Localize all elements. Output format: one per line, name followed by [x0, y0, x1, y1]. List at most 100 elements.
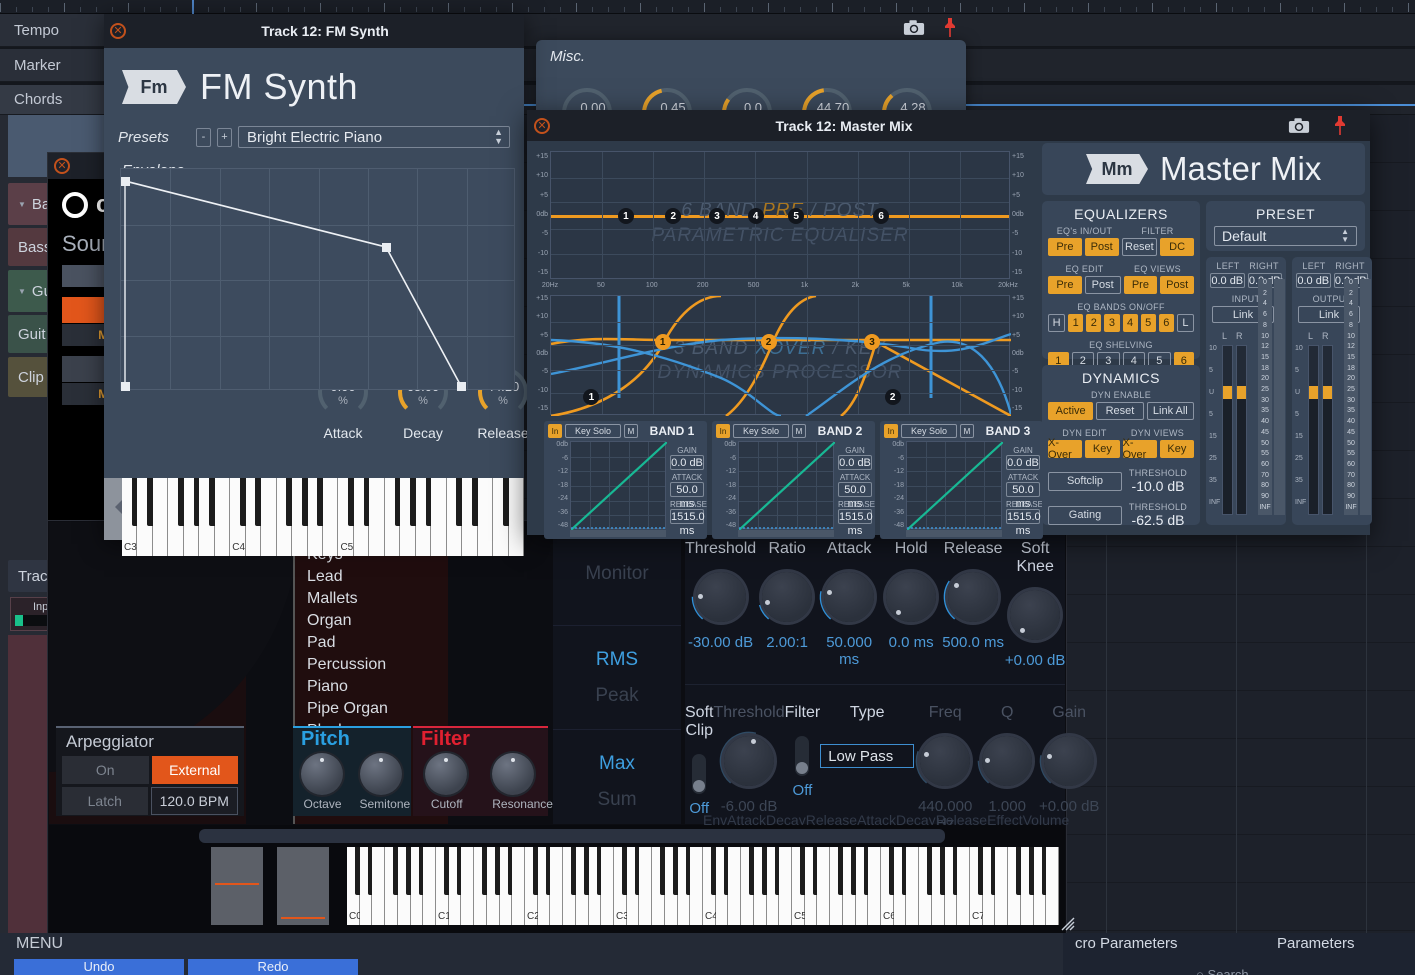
- fm-keyboard-keys[interactable]: C3C4C5: [122, 478, 524, 556]
- band-fields[interactable]: GAIN0.0 dBATTACK50.0 msRELEASE1515.0 ms: [838, 443, 872, 524]
- band-transfer-graph[interactable]: [906, 441, 1002, 529]
- piano-white-key[interactable]: [423, 847, 436, 925]
- band-fields[interactable]: GAIN0.0 dBATTACK50.0 msRELEASE1515.0 ms: [670, 443, 704, 524]
- monitor-mode-group-2[interactable]: Max Sum: [553, 730, 681, 834]
- xover-key-node-2[interactable]: 2: [885, 389, 901, 405]
- close-icon[interactable]: ✕: [54, 158, 70, 174]
- equalizers-panel[interactable]: EQUALIZERS EQ's IN/OUT FILTER PrePostRes…: [1042, 201, 1200, 359]
- band-box-2[interactable]: InKey SoloMBAND 20db-6-12-18-24-36-48GAI…: [712, 421, 875, 539]
- compressor-control[interactable]: Hold 0.0 ms: [880, 540, 942, 669]
- knob[interactable]: [690, 566, 752, 628]
- toggle-active[interactable]: Active: [1048, 402, 1093, 420]
- fader-r[interactable]: [1236, 345, 1247, 515]
- io-panel-input[interactable]: LEFTRIGHT0.0 dB0.0 dBINPUTLinkLRLR105U51…: [1206, 257, 1286, 525]
- master-mix-titlebar[interactable]: ✕ Track 12: Master Mix: [527, 110, 1370, 141]
- band-field-value[interactable]: 1515.0 ms: [670, 509, 704, 524]
- io-left-value[interactable]: 0.0 dB: [1210, 273, 1245, 288]
- arp-latch-button[interactable]: Latch: [62, 787, 148, 815]
- toggle-1[interactable]: 1: [1068, 314, 1083, 332]
- band-field-value[interactable]: 1515.0 ms: [838, 509, 872, 524]
- knob-dial[interactable]: [492, 753, 534, 795]
- toggle-post[interactable]: Post: [1160, 276, 1194, 294]
- preset-category-item[interactable]: Pipe Organ: [307, 698, 448, 720]
- preset-select[interactable]: Default ▲▼: [1214, 226, 1357, 246]
- semitone-knob[interactable]: Semitone: [360, 753, 404, 811]
- toggle-h[interactable]: H: [1048, 314, 1065, 332]
- xover-node-2[interactable]: 2: [761, 334, 777, 350]
- compressor-control[interactable]: Threshold -30.00 dB: [685, 540, 756, 669]
- band-fields[interactable]: GAIN0.0 dBATTACK50.0 msRELEASE1515.0 ms: [1006, 443, 1040, 524]
- fader-handle[interactable]: [1309, 386, 1318, 399]
- eq-node-4[interactable]: 4: [748, 208, 764, 224]
- preset-category-item[interactable]: Pad: [307, 632, 448, 654]
- eq-node-2[interactable]: 2: [665, 208, 681, 224]
- band-transfer-graph[interactable]: [738, 441, 834, 529]
- camera-icon[interactable]: [1288, 118, 1310, 134]
- preset-category-item[interactable]: Mallets: [307, 588, 448, 610]
- envelope-handle[interactable]: [382, 243, 391, 252]
- knob[interactable]: [818, 566, 880, 628]
- toggle-2[interactable]: 2: [1086, 314, 1101, 332]
- piano-white-key[interactable]: [728, 847, 741, 925]
- xover-node-1[interactable]: 1: [655, 334, 671, 350]
- fader-handle[interactable]: [1237, 386, 1246, 399]
- envelope-editor[interactable]: [120, 168, 515, 390]
- knob[interactable]: [942, 566, 1004, 628]
- resonance-knob[interactable]: Resonance: [492, 753, 536, 811]
- monitor-panel[interactable]: Monitor RMS Peak Max Sum: [553, 522, 681, 824]
- toggle-x-over[interactable]: X-Over: [1123, 440, 1157, 458]
- piano-white-key[interactable]: [817, 847, 830, 925]
- band-field-value[interactable]: 50.0 ms: [1006, 482, 1040, 497]
- piano-white-key[interactable]: [512, 847, 525, 925]
- toggle-pre[interactable]: Pre: [1124, 276, 1158, 294]
- bottom-bar[interactable]: cro Parameters Parameters MENU Undo Redo…: [0, 933, 1415, 975]
- pitch-panel[interactable]: Pitch Octave Semitone: [293, 726, 411, 816]
- fader-handle[interactable]: [1323, 386, 1332, 399]
- pin-icon[interactable]: [942, 17, 958, 39]
- io-left-value[interactable]: 0.0 dB: [1296, 273, 1331, 288]
- piano-white-key[interactable]: [995, 847, 1008, 925]
- compressor-control[interactable]: Ratio 2.00:1: [756, 540, 818, 669]
- band-field-value[interactable]: 50.0 ms: [670, 482, 704, 497]
- dynamics-panel[interactable]: DYNAMICS DYN ENABLE ActiveResetLink All …: [1042, 365, 1200, 525]
- toggle-4[interactable]: 4: [1123, 314, 1138, 332]
- band-box-3[interactable]: InKey SoloMBAND 30db-6-12-18-24-36-48GAI…: [880, 421, 1043, 539]
- piano-white-key[interactable]: [1046, 847, 1059, 925]
- synth-keyboard-area[interactable]: C0C1C2C3C4C5C6C7: [49, 825, 1065, 933]
- band-key-solo-button[interactable]: Key Solo: [733, 424, 789, 438]
- toggle-reset[interactable]: Reset: [1096, 402, 1143, 420]
- toggle-switch[interactable]: [795, 736, 809, 776]
- band-in-button[interactable]: In: [548, 424, 562, 438]
- piano-white-key[interactable]: [431, 478, 446, 556]
- band-mute-button[interactable]: M: [792, 424, 806, 438]
- pitch-wheel[interactable]: [211, 847, 263, 925]
- master-mix-control-column[interactable]: Mm Master Mix EQUALIZERS EQ's IN/OUT FIL…: [1042, 143, 1365, 531]
- menu-area[interactable]: MENU Undo Redo: [0, 933, 1063, 975]
- resize-handle-icon[interactable]: [1060, 916, 1076, 932]
- piano-white-key[interactable]: [215, 478, 230, 556]
- band-in-button[interactable]: In: [716, 424, 730, 438]
- filter-type-field[interactable]: Low Pass: [820, 744, 914, 768]
- fm-preset-row[interactable]: Presets - + Bright Electric Piano ▲▼: [118, 124, 510, 150]
- undo-button[interactable]: Undo: [14, 959, 184, 975]
- eq-node-1[interactable]: 1: [618, 208, 634, 224]
- piano-white-key[interactable]: [868, 847, 881, 925]
- envelope-handle[interactable]: [457, 382, 466, 391]
- piano-white-key[interactable]: [601, 847, 614, 925]
- fm-piano-keyboard[interactable]: C3C4C5: [104, 478, 524, 540]
- piano-white-key[interactable]: [153, 478, 168, 556]
- piano-white-key[interactable]: [261, 478, 276, 556]
- toggle-post[interactable]: Post: [1085, 276, 1121, 294]
- synth-piano-keyboard[interactable]: C0C1C2C3C4C5C6C7: [347, 847, 1059, 925]
- arpeggiator-panel[interactable]: Arpeggiator On External Latch 120.0 BPM: [56, 726, 244, 816]
- softclip-button[interactable]: Softclip: [1048, 472, 1122, 491]
- toggle-pre[interactable]: Pre: [1048, 238, 1082, 256]
- band-key-solo-button[interactable]: Key Solo: [901, 424, 957, 438]
- dyn-edit-buttons[interactable]: X-OverKeyX-OverKey: [1042, 438, 1200, 458]
- envelope-handle[interactable]: [121, 177, 130, 186]
- piano-white-key[interactable]: [550, 847, 563, 925]
- piano-white-key[interactable]: [906, 847, 919, 925]
- compressor-panel[interactable]: Threshold -30.00 dBRatio 2.00:1Attack 50…: [685, 522, 1065, 824]
- band-field-value[interactable]: 50.0 ms: [838, 482, 872, 497]
- master-mix-graph-column[interactable]: 6 BAND PRE / POST PARAMETRIC EQUALISER 1…: [532, 143, 1037, 531]
